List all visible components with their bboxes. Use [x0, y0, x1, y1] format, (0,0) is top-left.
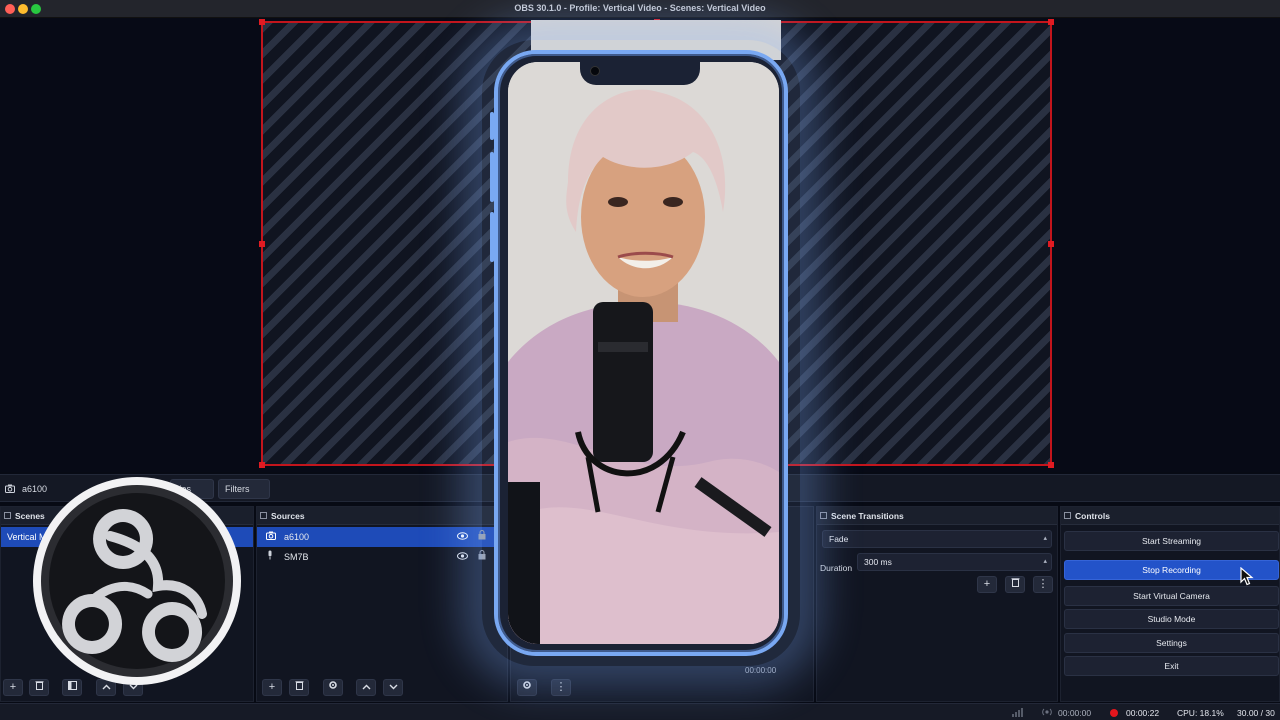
visibility-eye-icon[interactable]: [457, 527, 468, 547]
source-label: SM7B: [284, 552, 309, 562]
sources-footer: +: [257, 675, 507, 701]
controls-dock: Controls Start Streaming Stop Recording …: [1060, 506, 1280, 702]
controls-header: Controls: [1061, 507, 1279, 525]
sources-header: Sources: [257, 507, 507, 525]
chevron-updown-icon: ▴: [1043, 558, 1047, 565]
studio-mode-button[interactable]: Studio Mode: [1064, 609, 1279, 629]
add-scene-button[interactable]: +: [3, 679, 23, 696]
start-virtual-camera-button[interactable]: Start Virtual Camera: [1064, 586, 1279, 606]
source-item-a6100[interactable]: a6100: [257, 527, 507, 547]
chevron-down-icon: [389, 684, 397, 690]
dock-grip-icon[interactable]: [260, 512, 267, 519]
chevron-updown-icon: ▴: [1043, 535, 1047, 542]
dock-grip-icon[interactable]: [4, 512, 11, 519]
status-bar: 00:00:00 00:00:22 CPU: 18.1% 30.00 / 30: [0, 703, 1280, 720]
signal-icon: [1012, 708, 1024, 719]
record-time: 00:00:22: [1126, 708, 1160, 718]
button-label: Start Virtual Camera: [1133, 591, 1210, 601]
button-label: Stop Recording: [1142, 565, 1201, 575]
vertical-video-preview[interactable]: [508, 62, 779, 644]
transition-menu-button[interactable]: ⋮: [1033, 576, 1053, 593]
transitions-title: Scene Transitions: [831, 511, 904, 521]
phone-side-button: [490, 152, 494, 202]
exit-button[interactable]: Exit: [1064, 656, 1279, 676]
resize-handle[interactable]: [1048, 240, 1054, 247]
obs-logo: [33, 477, 241, 685]
trash-icon: [295, 681, 303, 690]
dock-grip-icon[interactable]: [820, 512, 827, 519]
cpu-usage: CPU: 18.1%: [1177, 708, 1224, 718]
resize-handle[interactable]: [259, 19, 265, 25]
mixer-menu-button[interactable]: ⋮: [551, 679, 571, 696]
button-label: Studio Mode: [1147, 614, 1196, 624]
remove-source-button[interactable]: [289, 679, 309, 696]
sources-dock: Sources a6100 SM7B +: [256, 506, 508, 702]
mixer-settings-button[interactable]: [517, 679, 537, 696]
gear-icon: [523, 681, 531, 689]
resize-handle[interactable]: [259, 462, 265, 468]
camera-icon: [266, 527, 276, 547]
mixer-footer: ⋮: [511, 675, 813, 701]
transition-value: Fade: [829, 534, 849, 544]
phone-side-button: [490, 212, 494, 262]
mouse-cursor-icon: [1240, 567, 1254, 586]
controls-title: Controls: [1075, 511, 1110, 521]
settings-button[interactable]: Settings: [1064, 633, 1279, 653]
visibility-eye-icon[interactable]: [457, 547, 468, 567]
duration-value: 300 ms: [864, 557, 892, 567]
fps-display: 30.00 / 30: [1237, 708, 1275, 718]
button-label: Exit: [1164, 661, 1179, 671]
title-bar: OBS 30.1.0 - Profile: Vertical Video - S…: [0, 0, 1280, 18]
button-label: Settings: [1156, 638, 1187, 648]
transition-select[interactable]: Fade ▴: [822, 530, 1052, 548]
duration-spinbox[interactable]: 300 ms ▴: [857, 553, 1052, 571]
remove-transition-button[interactable]: [1005, 576, 1025, 593]
phone-camera-icon: [590, 66, 600, 76]
add-transition-button[interactable]: +: [977, 576, 997, 593]
chevron-up-icon: [362, 684, 370, 690]
trash-icon: [1011, 578, 1019, 587]
gear-icon: [329, 681, 337, 689]
resize-handle[interactable]: [1048, 462, 1054, 468]
resize-handle[interactable]: [259, 240, 265, 247]
start-streaming-button[interactable]: Start Streaming: [1064, 531, 1279, 551]
source-label: a6100: [284, 532, 310, 542]
mixer-time: 00:00:00: [745, 666, 777, 675]
stream-time: 00:00:00: [1058, 708, 1092, 718]
move-source-down-button[interactable]: [383, 679, 403, 696]
record-dot-icon: [1110, 709, 1118, 717]
add-source-button[interactable]: +: [262, 679, 282, 696]
source-properties-button[interactable]: [323, 679, 343, 696]
move-source-up-button[interactable]: [356, 679, 376, 696]
duration-label: Duration: [820, 563, 853, 573]
phone-side-button: [490, 112, 494, 140]
transitions-header: Scene Transitions: [817, 507, 1057, 525]
sources-title: Sources: [271, 511, 305, 521]
camera-icon: [5, 484, 15, 495]
window-title: OBS 30.1.0 - Profile: Vertical Video - S…: [514, 3, 766, 13]
microphone-icon: [266, 547, 274, 567]
button-label: Start Streaming: [1141, 536, 1202, 546]
dock-grip-icon[interactable]: [1064, 512, 1071, 519]
scene-transitions-dock: Scene Transitions Fade ▴ Duration 300 ms…: [816, 506, 1058, 702]
source-item-sm7b[interactable]: SM7B: [257, 547, 507, 567]
stream-icon: [1042, 708, 1052, 718]
webcam-video-frame: [508, 62, 779, 644]
resize-handle[interactable]: [1048, 19, 1054, 25]
